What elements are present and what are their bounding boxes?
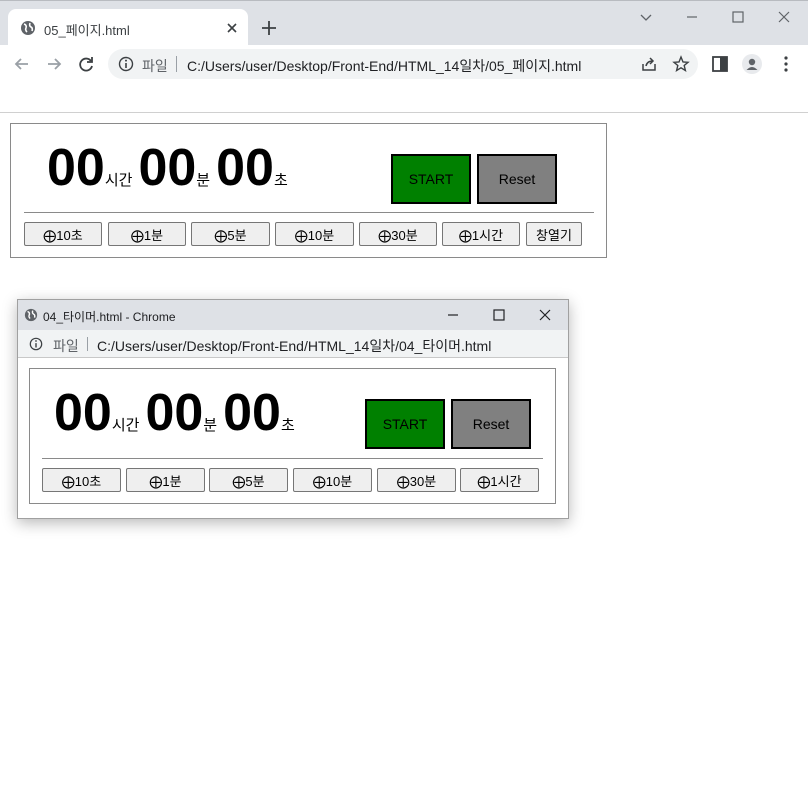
browser-toolbar: 파일 C:/Users/user/Desktop/Front-End/HTML_… <box>0 45 808 83</box>
minutes-value: 00 <box>138 139 197 197</box>
popup-time-display: 00시간 00분 00초 <box>54 383 301 443</box>
profile-avatar-icon[interactable] <box>742 54 762 74</box>
popup-address-url: C:/Users/user/Desktop/Front-End/HTML_14일… <box>97 338 492 354</box>
info-icon[interactable] <box>29 337 43 351</box>
maximize-icon[interactable] <box>730 9 746 25</box>
reload-icon[interactable] <box>76 54 96 74</box>
add-1-hour-button[interactable]: ⨁1시간 <box>460 468 539 492</box>
address-scheme: 파일 <box>142 58 168 74</box>
hours-unit: 시간 <box>104 172 133 189</box>
hours-value: 00 <box>47 139 105 197</box>
share-icon[interactable] <box>640 55 658 73</box>
back-icon[interactable] <box>12 54 32 74</box>
forward-icon[interactable] <box>44 54 64 74</box>
more-menu-icon[interactable] <box>776 54 796 74</box>
add-1-hour-button[interactable]: ⨁1시간 <box>442 222 520 246</box>
side-panel-icon[interactable] <box>710 54 730 74</box>
add-1-minute-button[interactable]: ⨁1분 <box>126 468 205 492</box>
seconds-unit: 초 <box>280 417 295 434</box>
add-1-minute-button[interactable]: ⨁1분 <box>108 222 186 246</box>
add-30-minutes-button[interactable]: ⨁30분 <box>359 222 437 246</box>
timer-divider <box>42 458 543 459</box>
address-separator <box>176 56 177 72</box>
info-icon[interactable] <box>118 56 134 72</box>
new-tab-icon[interactable] <box>260 19 278 37</box>
popup-window: 04_타이머.html - Chrome 파일 C:/Users/user/De… <box>17 299 569 519</box>
bookmark-star-icon[interactable] <box>672 55 690 73</box>
minutes-value: 00 <box>145 384 204 442</box>
seconds-value: 00 <box>223 384 281 442</box>
add-30-minutes-button[interactable]: ⨁30분 <box>377 468 456 492</box>
chevron-down-icon[interactable] <box>638 9 654 25</box>
main-timer-panel: 00시간 00분 00초 START Reset ⨁10초 ⨁1분 ⨁5분 ⨁10분… <box>10 123 607 258</box>
popup-address-bar: 파일 C:/Users/user/Desktop/Front-End/HTML_… <box>18 330 568 358</box>
seconds-unit: 초 <box>273 172 288 189</box>
start-button[interactable]: START <box>365 399 445 449</box>
add-10-minutes-button[interactable]: ⨁10분 <box>293 468 372 492</box>
open-window-button[interactable]: 창열기 <box>526 222 582 246</box>
tab-title: 05_페이지.html <box>44 23 130 38</box>
add-10-minutes-button[interactable]: ⨁10분 <box>275 222 354 246</box>
minutes-unit: 분 <box>203 417 218 434</box>
maximize-icon[interactable] <box>492 308 506 322</box>
minimize-icon[interactable] <box>684 9 700 25</box>
globe-icon <box>24 308 38 322</box>
minimize-icon[interactable] <box>446 308 460 322</box>
seconds-value: 00 <box>216 139 274 197</box>
browser-tab[interactable]: 05_페이지.html <box>8 9 248 46</box>
add-10-seconds-button[interactable]: ⨁10초 <box>24 222 102 246</box>
close-tab-icon[interactable] <box>224 20 240 36</box>
add-5-minutes-button[interactable]: ⨁5분 <box>191 222 270 246</box>
add-10-seconds-button[interactable]: ⨁10초 <box>42 468 121 492</box>
address-bar[interactable]: 파일 C:/Users/user/Desktop/Front-End/HTML_… <box>108 49 698 79</box>
popup-timer-panel: 00시간 00분 00초 START Reset ⨁10초 ⨁1분 ⨁5분 ⨁10분… <box>29 368 556 504</box>
reset-button[interactable]: Reset <box>451 399 531 449</box>
popup-address-scheme: 파일 <box>53 338 79 354</box>
main-time-display: 00시간 00분 00초 <box>47 138 294 198</box>
address-url[interactable]: C:/Users/user/Desktop/Front-End/HTML_14일… <box>187 56 581 76</box>
add-5-minutes-button[interactable]: ⨁5분 <box>209 468 288 492</box>
start-button[interactable]: START <box>391 154 471 204</box>
close-window-icon[interactable] <box>776 9 792 25</box>
browser-title-bar: 05_페이지.html <box>0 0 808 46</box>
hours-unit: 시간 <box>111 417 140 434</box>
close-window-icon[interactable] <box>538 308 552 322</box>
timer-divider <box>24 212 594 213</box>
address-separator <box>87 337 88 351</box>
popup-window-title: 04_타이머.html - Chrome <box>43 310 176 324</box>
minutes-unit: 분 <box>196 172 211 189</box>
page-divider <box>0 112 808 113</box>
reset-button[interactable]: Reset <box>477 154 557 204</box>
popup-title-bar: 04_타이머.html - Chrome <box>18 300 568 330</box>
hours-value: 00 <box>54 384 112 442</box>
globe-icon <box>21 21 35 35</box>
